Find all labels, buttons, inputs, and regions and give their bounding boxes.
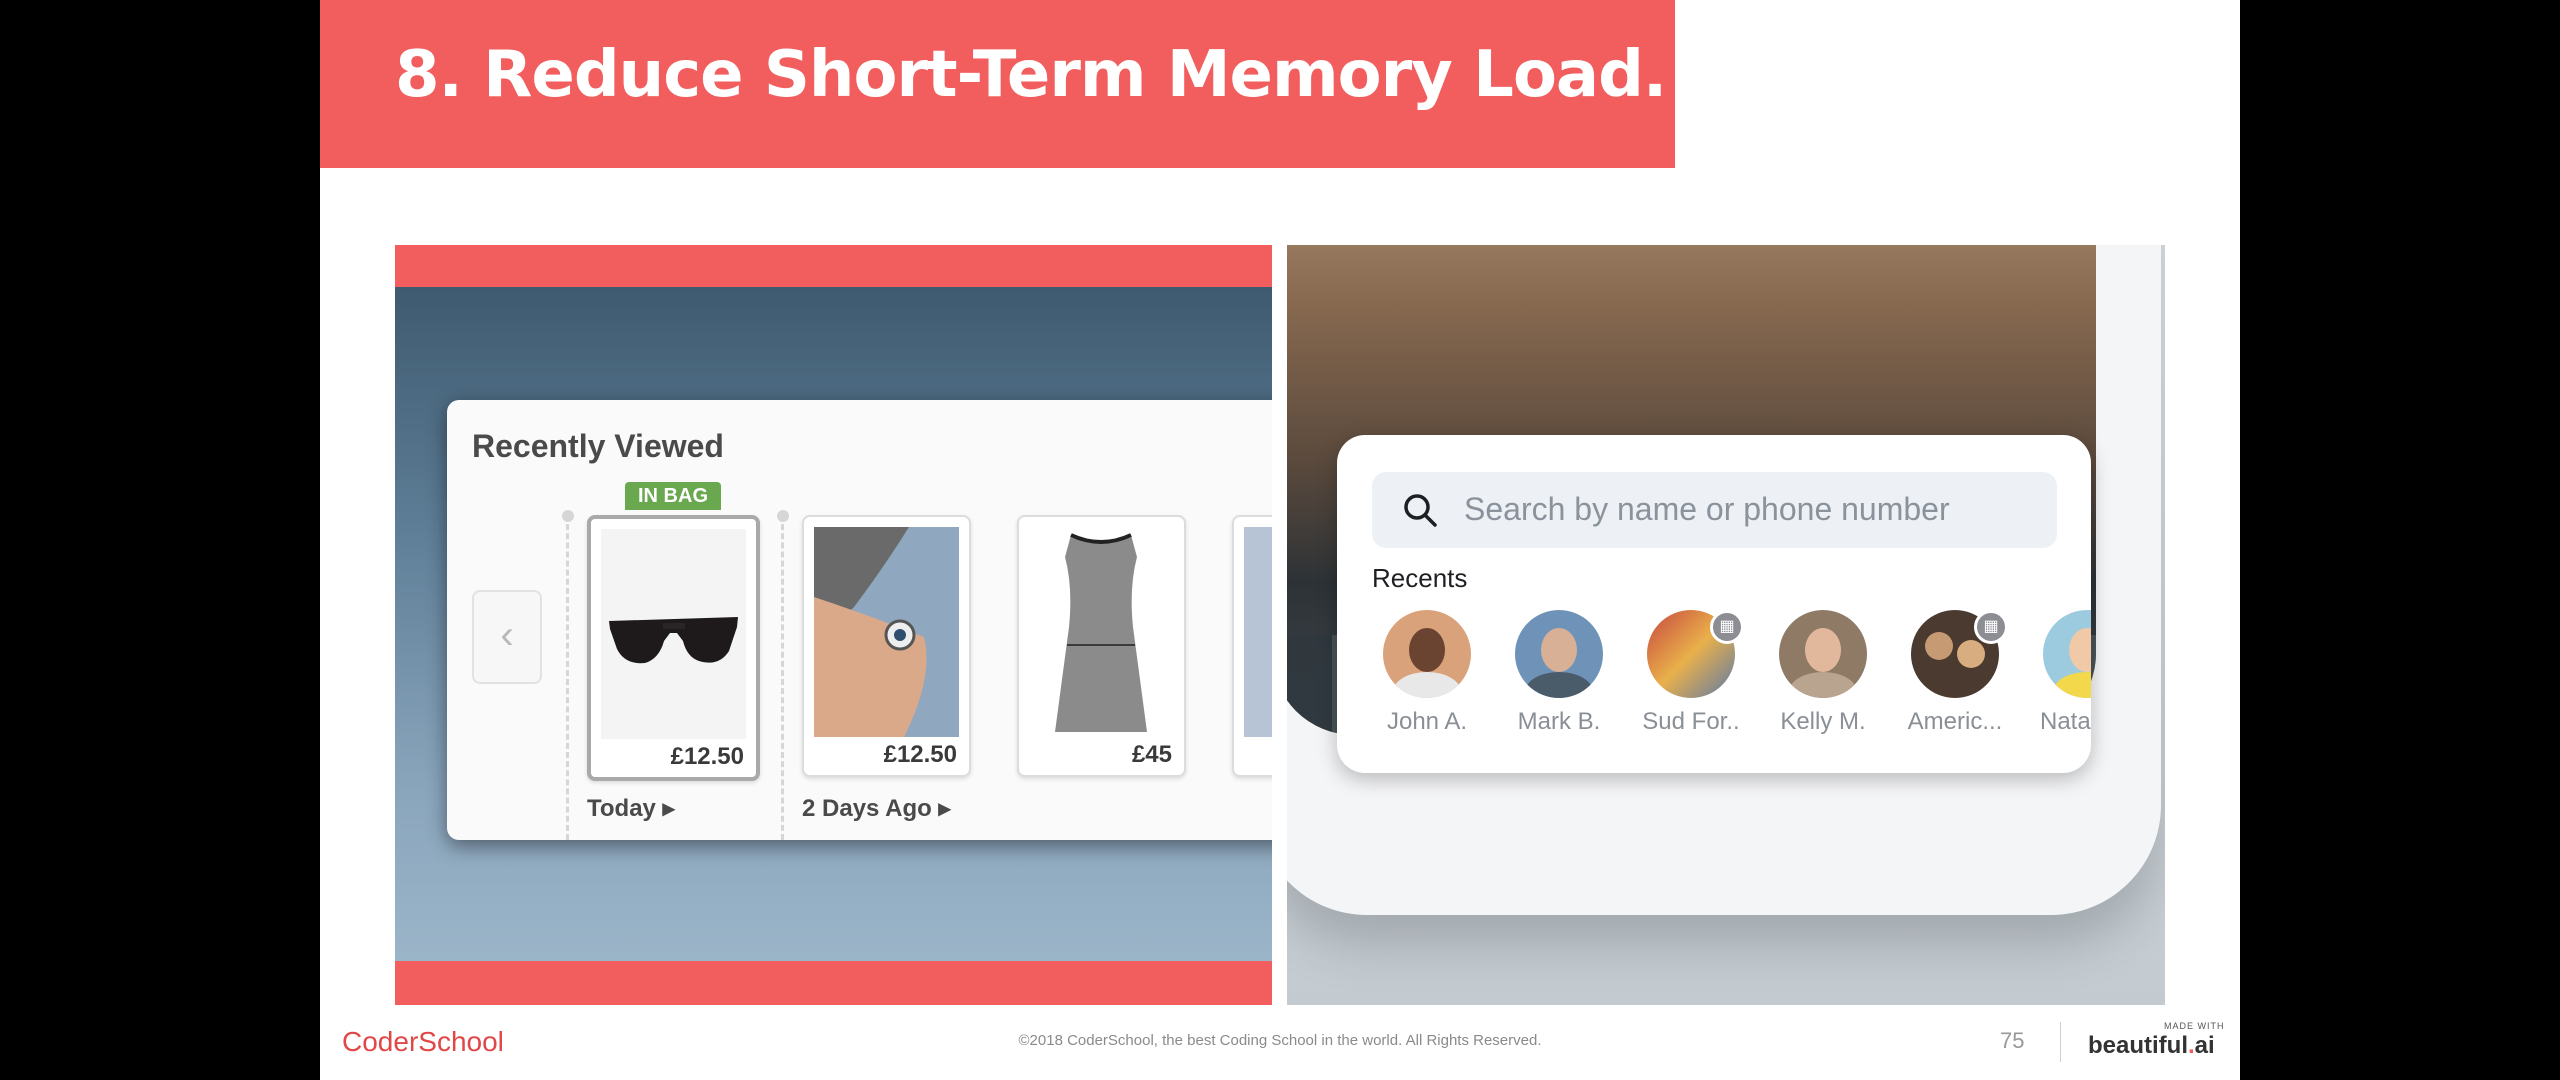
product-image [1244,527,1272,737]
product-card-partial[interactable] [1232,515,1272,777]
beautiful-ai-logo[interactable]: beautiful.ai [2088,1032,2215,1060]
page-number: 75 [2000,1028,2025,1053]
contact-name: John A. [1386,708,1468,735]
product-card-sunglasses[interactable]: £12.50 [587,515,760,781]
brand-suffix: ai [2194,1032,2215,1059]
product-price: £45 [1131,741,1172,768]
brand-dot: . [2188,1032,2195,1059]
search-card: Search by name or phone number Recents J… [1337,435,2091,773]
contact-americ[interactable]: ▦ Americ... [1890,610,2020,750]
recents-label: Recents [1372,563,1468,593]
product-price: £12.50 [883,741,957,768]
avatar [1779,610,1867,698]
watch-image [814,527,959,737]
in-bag-badge: IN BAG [625,482,721,510]
dress-image [1029,527,1174,737]
group-label-today[interactable]: Today ▸ [587,794,675,823]
search-input[interactable]: Search by name or phone number [1372,472,2057,548]
contact-john[interactable]: John A. [1362,610,1492,750]
sunglasses-image [601,529,746,739]
avatar [1515,610,1603,698]
contact-name: Americ... [1907,708,2003,735]
product-card-watch[interactable]: £12.50 [802,515,971,777]
contact-name: Mark B. [1517,708,1601,735]
contact-name: Nata [2040,708,2091,735]
title-bar: 8. Reduce Short-Term Memory Load. [320,0,1675,168]
previous-arrow-button[interactable]: ‹ [472,590,542,684]
avatar [2043,610,2091,698]
search-placeholder: Search by name or phone number [1464,491,1950,527]
brand-main: beautiful [2088,1032,2188,1059]
contact-sud[interactable]: ▦ Sud For.. [1626,610,1756,750]
contact-kelly[interactable]: Kelly M. [1758,610,1888,750]
recently-viewed-image: Recently Viewed ‹ IN BAG £12.50 £12.50 £… [395,245,1272,1005]
timeline-divider [566,515,569,840]
contact-mark[interactable]: Mark B. [1494,610,1624,750]
slide-title: 8. Reduce Short-Term Memory Load. [395,38,1667,112]
timeline-divider [781,515,784,840]
copyright-text: ©2018 CoderSchool, the best Coding Schoo… [1018,1032,1542,1049]
contact-name: Sud For.. [1642,708,1740,735]
search-icon [1404,494,1437,527]
footer-divider [2060,1022,2061,1062]
group-label-2-days-ago[interactable]: 2 Days Ago ▸ [802,794,951,823]
recently-viewed-title: Recently Viewed [472,428,724,464]
made-with-label: MADE WITH [2164,1021,2225,1031]
contact-nata[interactable]: Nata [2022,610,2091,750]
product-card-dress[interactable]: £45 [1017,515,1186,777]
product-price: £12.50 [670,743,744,770]
slide: 8. Reduce Short-Term Memory Load. Recent… [320,0,2240,1080]
avatar [1383,610,1471,698]
phone-search-image: Search by name or phone number Recents J… [1287,245,2165,1005]
business-icon: ▦ [1974,610,2008,644]
business-icon: ▦ [1710,610,1744,644]
contact-name: Kelly M. [1780,708,1866,735]
recently-viewed-card: Recently Viewed ‹ IN BAG £12.50 £12.50 £… [447,400,1272,840]
